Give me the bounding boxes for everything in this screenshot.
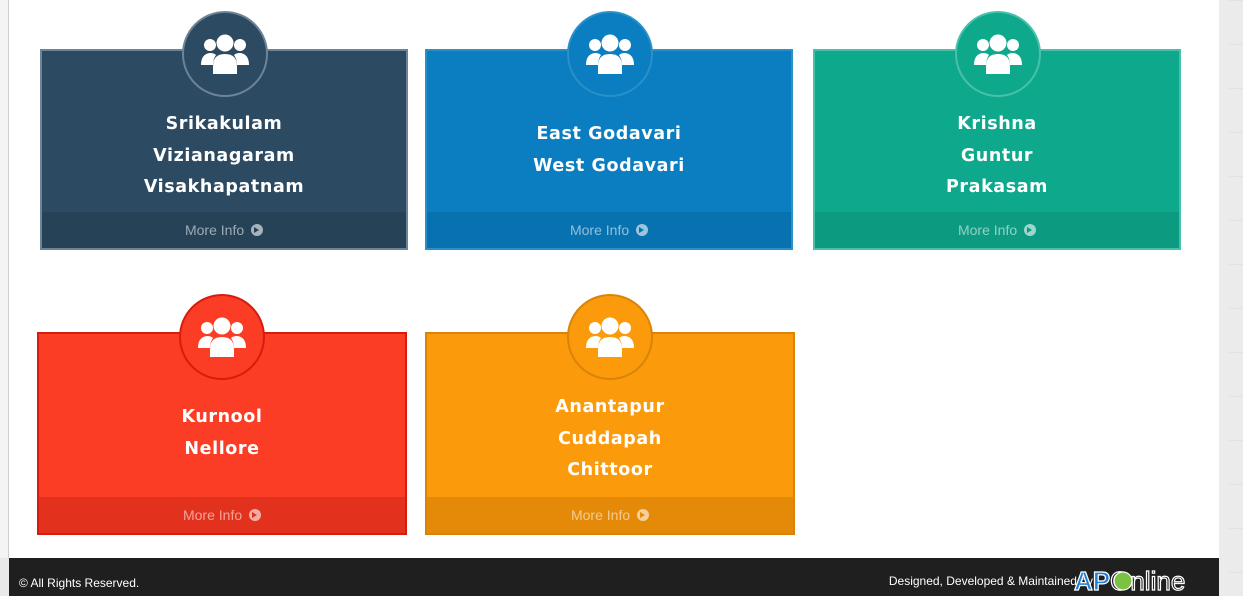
arrow-circle-right-icon [249, 509, 262, 521]
right-scroll-gutter [1219, 0, 1243, 596]
district-names: East Godavari West Godavari [427, 119, 791, 182]
users-icon-circle [182, 11, 268, 97]
more-info-link[interactable]: More Info [427, 212, 791, 248]
users-icon-circle [179, 294, 265, 380]
district-name: Cuddapah [558, 428, 662, 449]
district-names: Srikakulam Vizianagaram Visakhapatnam [42, 109, 406, 204]
users-icon [974, 34, 1022, 74]
users-icon [586, 317, 634, 357]
district-name: East Godavari [536, 124, 682, 144]
arrow-circle-right-icon [636, 224, 649, 236]
more-info-label: More Info [570, 507, 631, 523]
users-icon [201, 34, 249, 74]
users-icon-circle [567, 294, 653, 380]
district-name: Guntur [960, 145, 1034, 166]
district-names: Kurnool Nellore [39, 402, 405, 465]
more-info-label: More Info [182, 507, 243, 523]
more-info-link[interactable]: More Info [42, 212, 406, 248]
more-info-label: More Info [184, 222, 245, 238]
copyright-text: © All Rights Reserved. [19, 576, 140, 590]
district-name: Anantapur [555, 397, 665, 417]
district-name: Krishna [957, 114, 1037, 134]
district-name: Visakhapatnam [143, 177, 305, 197]
more-info-link[interactable]: More Info [39, 497, 405, 533]
gutter-lines [1228, 0, 1243, 596]
district-name: Nellore [184, 438, 260, 459]
district-names: Krishna Guntur Prakasam [815, 109, 1179, 204]
users-icon-circle [567, 11, 653, 97]
users-icon [198, 317, 246, 357]
district-name: Prakasam [946, 177, 1048, 197]
more-info-link[interactable]: More Info [427, 497, 793, 533]
more-info-label: More Info [569, 222, 630, 238]
users-icon-circle [955, 11, 1041, 97]
site-footer: © All Rights Reserved. Designed, Develop… [9, 558, 1219, 596]
more-info-label: More Info [957, 222, 1018, 238]
arrow-circle-right-icon [637, 509, 650, 521]
arrow-circle-right-icon [1024, 224, 1037, 236]
logo-ball-icon [1113, 571, 1133, 591]
district-name: Vizianagaram [153, 145, 295, 166]
arrow-circle-right-icon [251, 224, 264, 236]
district-name: Chittoor [567, 460, 653, 480]
aponline-logo[interactable]: APOnline [1072, 566, 1210, 596]
district-name: West Godavari [533, 155, 685, 176]
credit-text: Designed, Developed & Maintained by [888, 574, 1093, 588]
users-icon [586, 34, 634, 74]
district-name: Kurnool [181, 407, 263, 427]
district-name: Srikakulam [165, 114, 283, 134]
left-border [0, 0, 9, 558]
district-names: Anantapur Cuddapah Chittoor [427, 392, 793, 487]
more-info-link[interactable]: More Info [815, 212, 1179, 248]
